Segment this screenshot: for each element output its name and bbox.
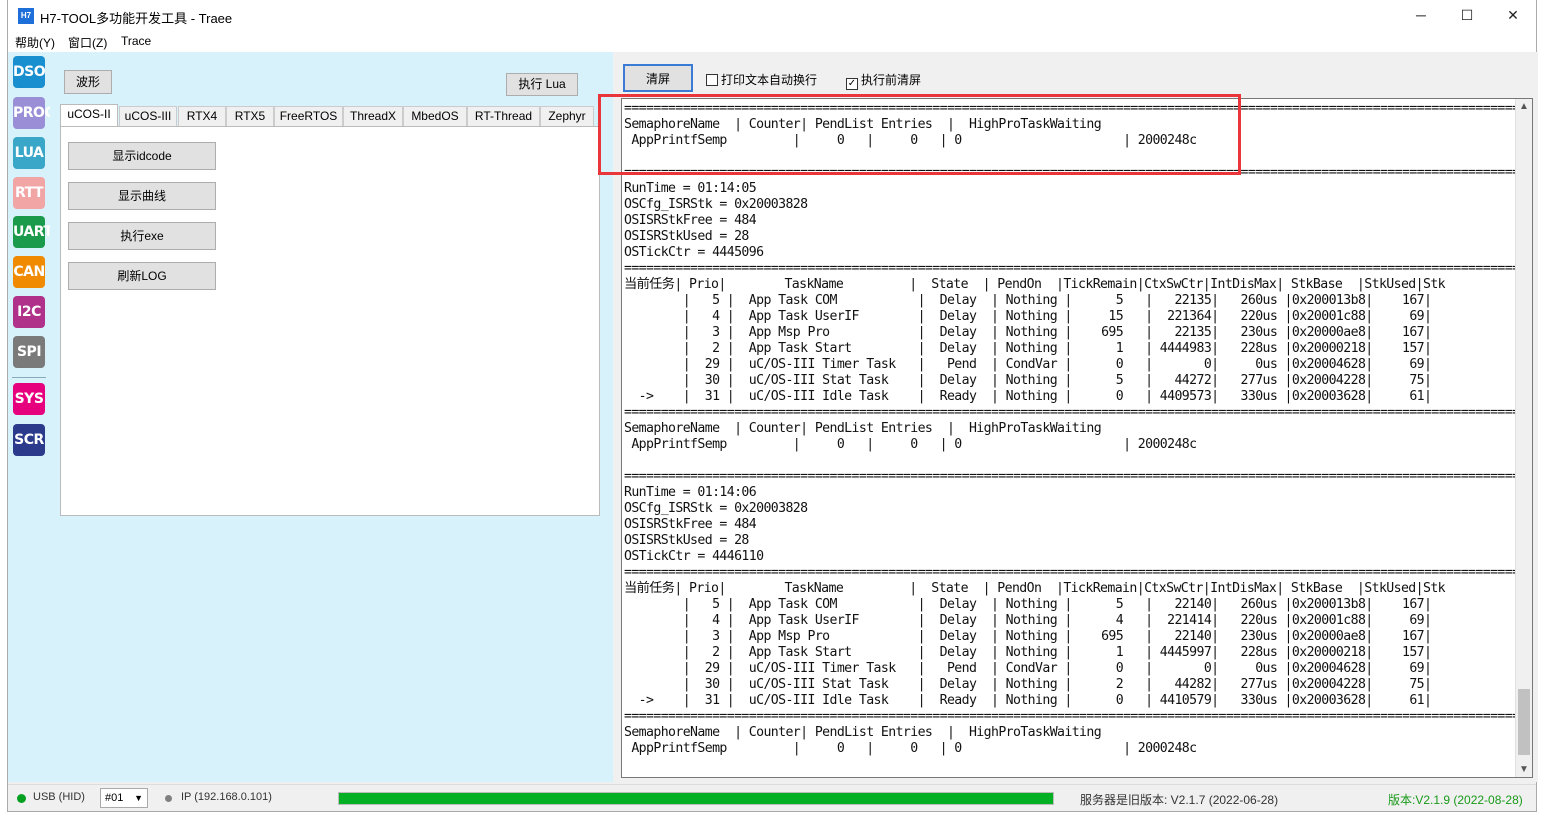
scroll-down-icon[interactable]: ▼: [1519, 764, 1529, 775]
menu-help[interactable]: 帮助(Y): [15, 34, 55, 51]
title-bar: H7 H7-TOOL多功能开发工具 - Traee ─ ☐ ✕: [8, 0, 1536, 30]
close-button[interactable]: ✕: [1490, 0, 1536, 30]
i2c-module-button[interactable]: I2C: [13, 296, 45, 328]
tab-freertos[interactable]: FreeRTOS: [274, 106, 343, 126]
network-status-icon: [165, 795, 172, 802]
trace-control-panel: 波形 执行 Lua uCOS-II uCOS-III RTX4 RTX5 Fre…: [50, 52, 613, 782]
minimize-button[interactable]: ─: [1398, 0, 1444, 30]
can-module-button[interactable]: CAN: [13, 256, 45, 288]
window-title: H7-TOOL多功能开发工具 - Traee: [40, 11, 233, 26]
app-icon: H7: [18, 8, 34, 24]
menu-bar: 帮助(Y) 窗口(Z) Trace: [8, 30, 1536, 52]
scr-module-button[interactable]: SCR: [13, 424, 45, 456]
console-output-text: ========================================…: [624, 101, 1533, 756]
refresh-log-button[interactable]: 刷新LOG: [68, 262, 216, 290]
sys-module-button[interactable]: SYS: [13, 383, 45, 415]
uart-module-button[interactable]: UART: [13, 216, 53, 248]
server-version-text: 服务器是旧版本: V2.1.7 (2022-06-28): [1080, 793, 1279, 807]
clear-screen-button[interactable]: 清屏: [623, 64, 693, 92]
tab-mbedos[interactable]: MbedOS: [403, 106, 467, 126]
progress-bar: [338, 792, 1054, 805]
run-lua-button[interactable]: 执行 Lua: [506, 73, 578, 96]
tab-threadx[interactable]: ThreadX: [343, 106, 403, 126]
dso-module-button[interactable]: DSO: [13, 56, 46, 88]
status-bar: USB (HID) #01 ▼ IP (192.168.0.101) 服务器是旧版…: [8, 784, 1536, 810]
auto-wrap-checkbox-box[interactable]: [706, 74, 718, 86]
menu-trace[interactable]: Trace: [121, 34, 151, 48]
clear-before-run-checkbox[interactable]: ✓ 执行前清屏: [846, 71, 921, 90]
app-version-text: 版本:V2.1.9 (2022-08-28): [1388, 793, 1523, 807]
lua-module-button[interactable]: LUA: [13, 137, 45, 169]
checkmark-icon[interactable]: ✓: [846, 78, 858, 90]
scroll-thumb[interactable]: [1518, 689, 1530, 755]
tab-ucos-ii[interactable]: uCOS-II: [60, 104, 118, 127]
module-sidebar: DSO PROG LUA RTT UART CAN I2C SPI SYS SC…: [8, 52, 56, 782]
trace-console[interactable]: ========================================…: [621, 98, 1533, 778]
run-exe-button[interactable]: 执行exe: [68, 222, 216, 250]
scroll-up-icon[interactable]: ▲: [1519, 101, 1529, 112]
tab-rtx5[interactable]: RTX5: [226, 106, 274, 126]
auto-wrap-label: 打印文本自动换行: [721, 73, 818, 87]
waveform-button[interactable]: 波形: [64, 70, 112, 94]
tab-zephyr[interactable]: Zephyr: [540, 106, 594, 126]
show-idcode-button[interactable]: 显示idcode: [68, 142, 216, 170]
spi-module-button[interactable]: SPI: [13, 336, 45, 368]
device-select-value: #01: [105, 792, 124, 804]
auto-wrap-checkbox[interactable]: 打印文本自动换行: [706, 71, 817, 88]
console-vertical-scrollbar[interactable]: ▲ ▼: [1515, 99, 1532, 777]
chevron-down-icon[interactable]: ▼: [134, 789, 143, 807]
tab-rt-thread[interactable]: RT-Thread: [467, 106, 540, 126]
ucos-ii-tab-panel: 显示idcode 显示曲线 执行exe 刷新LOG: [60, 126, 600, 516]
usb-status: USB (HID): [33, 791, 85, 803]
annotation-highlight-box: [598, 94, 1241, 175]
prog-module-button[interactable]: PROG: [13, 97, 56, 129]
device-select[interactable]: #01 ▼: [100, 788, 148, 808]
maximize-button[interactable]: ☐: [1444, 0, 1490, 30]
sidebar-divider: [12, 377, 46, 378]
ip-status: IP (192.168.0.101): [181, 791, 272, 803]
show-curve-button[interactable]: 显示曲线: [68, 182, 216, 210]
rtt-module-button[interactable]: RTT: [13, 177, 45, 209]
tab-rtx4[interactable]: RTX4: [178, 106, 226, 126]
menu-window[interactable]: 窗口(Z): [68, 34, 107, 51]
usb-status-icon: [17, 794, 26, 803]
tab-ucos-iii[interactable]: uCOS-III: [119, 106, 177, 126]
clear-before-run-label: 执行前清屏: [861, 73, 922, 87]
